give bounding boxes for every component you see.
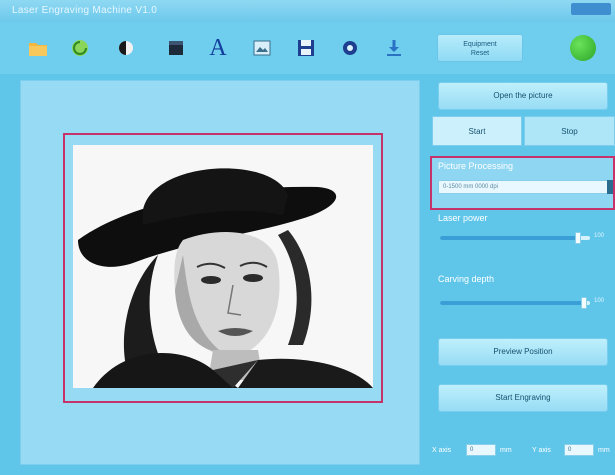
refresh-icon[interactable] bbox=[68, 36, 92, 60]
y-axis-input[interactable]: 0 bbox=[564, 444, 594, 456]
carving-depth-knob[interactable] bbox=[581, 297, 587, 309]
download-icon[interactable] bbox=[382, 36, 406, 60]
picture-processing-group: Picture Processing 0-1500 mm 0000 dpi bbox=[430, 156, 615, 210]
preview-image bbox=[73, 145, 373, 388]
window-controls[interactable] bbox=[571, 3, 611, 15]
start-engraving-button[interactable]: Start Engraving bbox=[438, 384, 608, 412]
invert-icon[interactable] bbox=[164, 36, 188, 60]
carving-depth-value: 100 bbox=[594, 298, 605, 304]
canvas-panel bbox=[20, 80, 420, 465]
status-indicator bbox=[570, 35, 596, 61]
laser-power-knob[interactable] bbox=[575, 232, 581, 244]
x-axis-input[interactable]: 0 bbox=[466, 444, 496, 456]
preview-position-button[interactable]: Preview Position bbox=[438, 338, 608, 366]
y-axis-unit: mm bbox=[598, 447, 610, 454]
tab-start[interactable]: Start bbox=[432, 116, 522, 146]
tab-stop[interactable]: Stop bbox=[524, 116, 615, 146]
laser-power-label: Laser power bbox=[438, 213, 488, 223]
laser-power-slider[interactable] bbox=[440, 232, 590, 244]
picture-processing-field[interactable]: 0-1500 mm 0000 dpi bbox=[438, 180, 608, 194]
picture-processing-title: Picture Processing bbox=[438, 161, 514, 171]
equipment-reset-button[interactable]: Equipment Reset bbox=[437, 34, 523, 62]
settings-icon[interactable] bbox=[338, 36, 362, 60]
open-picture-button[interactable]: Open the picture bbox=[438, 82, 608, 110]
image-icon[interactable] bbox=[250, 36, 274, 60]
carving-depth-label: Carving depth bbox=[438, 274, 495, 284]
x-axis-unit: mm bbox=[500, 447, 512, 454]
grayscale-icon[interactable] bbox=[114, 36, 138, 60]
control-panel: Open the picture Start Stop Picture Proc… bbox=[428, 80, 615, 465]
reset-label-line2: Reset bbox=[470, 50, 490, 57]
open-folder-icon[interactable] bbox=[26, 36, 50, 60]
field-dropdown-handle[interactable] bbox=[607, 180, 613, 194]
carving-depth-fill bbox=[440, 301, 584, 305]
save-icon[interactable] bbox=[294, 36, 318, 60]
y-axis-label: Y axis bbox=[532, 447, 551, 454]
carving-depth-slider[interactable] bbox=[440, 297, 590, 309]
title-bar: Laser Engraving Machine V1.0 bbox=[0, 0, 615, 22]
text-glyph: A bbox=[209, 34, 227, 61]
laser-power-value: 100 bbox=[594, 233, 605, 239]
x-axis-label: X axis bbox=[432, 447, 452, 454]
toolbar: A Equipment Reset bbox=[0, 22, 615, 74]
engraving-area[interactable] bbox=[63, 133, 383, 403]
text-icon[interactable]: A bbox=[206, 34, 230, 61]
laser-power-fill bbox=[440, 236, 578, 240]
window-title: Laser Engraving Machine V1.0 bbox=[12, 5, 158, 16]
reset-label-line1: Equipment bbox=[463, 41, 497, 48]
